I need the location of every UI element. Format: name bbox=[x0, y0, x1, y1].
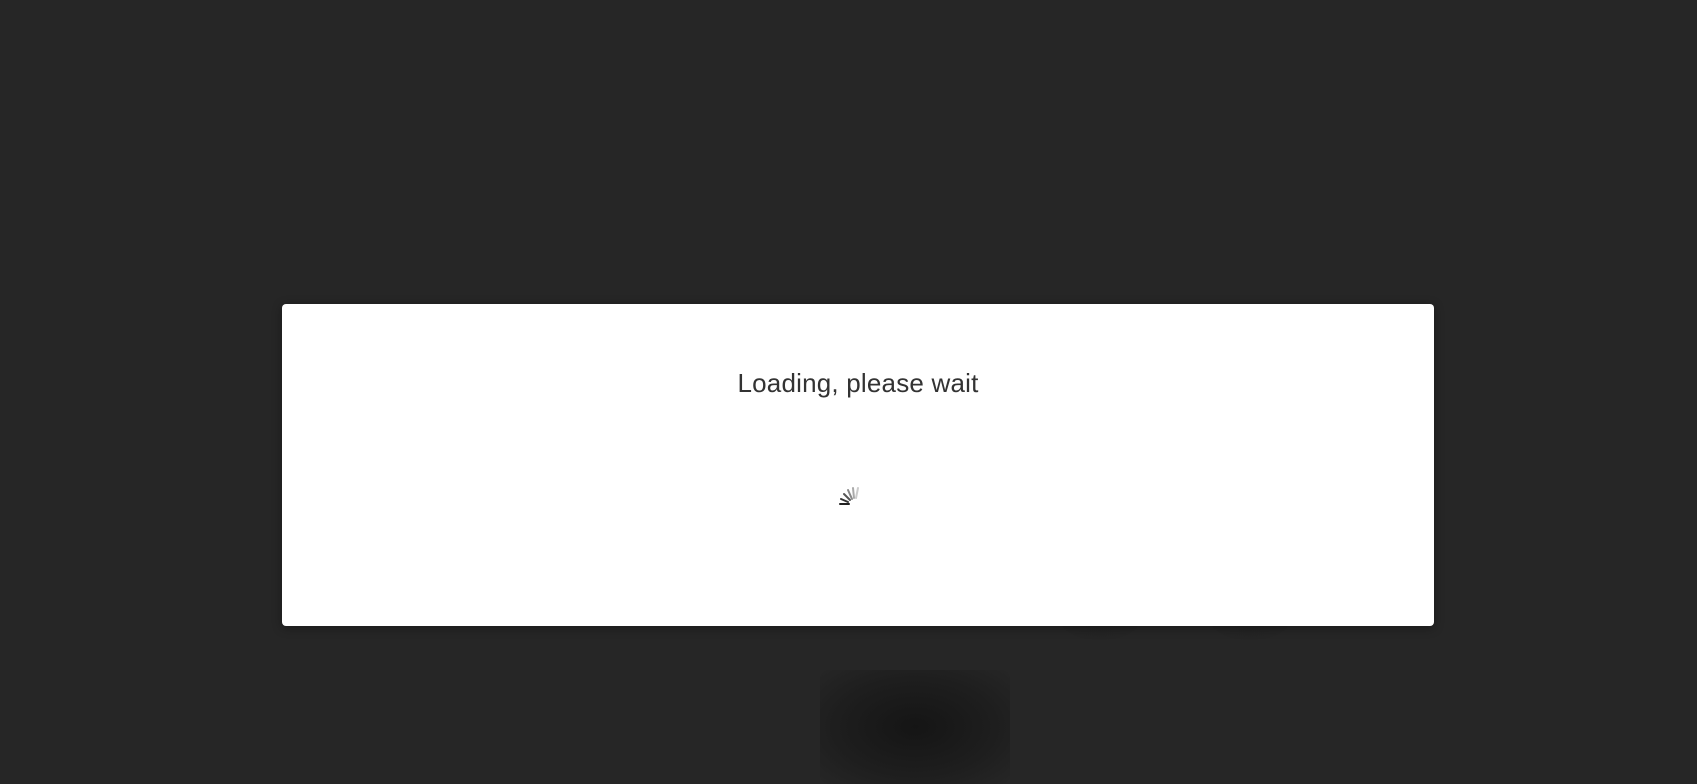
loading-dialog: Loading, please wait bbox=[282, 304, 1434, 626]
loading-spinner-icon bbox=[839, 487, 859, 505]
background-blurred-content bbox=[820, 670, 1010, 784]
loading-message: Loading, please wait bbox=[737, 368, 979, 398]
